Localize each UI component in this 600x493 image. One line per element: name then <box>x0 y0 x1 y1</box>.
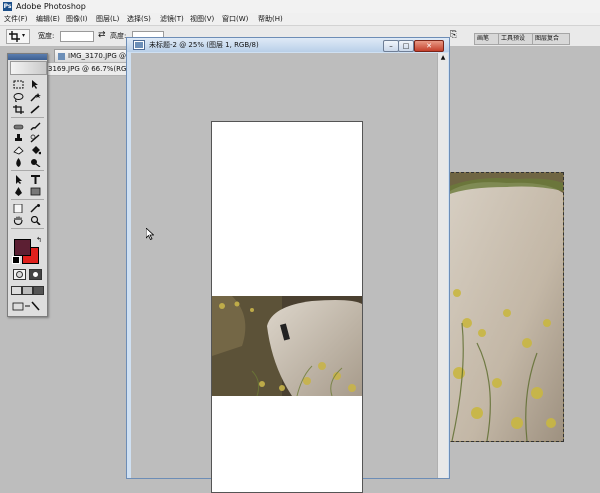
swap-dimensions-icon[interactable]: ⇄ <box>98 29 106 41</box>
palette-tab-tool-presets[interactable]: 工具预设 <box>498 33 534 45</box>
standard-mode-icon[interactable] <box>13 269 26 280</box>
menu-layer[interactable]: 图层(L) <box>96 13 119 25</box>
eraser-icon[interactable] <box>11 145 26 156</box>
photoshop-logo-icon: Ps <box>3 2 12 11</box>
palette-well-icon[interactable]: ⎘ <box>450 29 457 41</box>
scroll-up-arrow-icon[interactable]: ▲ <box>439 54 447 62</box>
document-title: 未标题-2 @ 25% (图层 1, RGB/8) <box>149 41 259 49</box>
zoom-icon[interactable] <box>28 215 43 226</box>
dodge-icon[interactable] <box>28 157 43 168</box>
history-brush-icon[interactable] <box>28 133 43 144</box>
marquee-icon[interactable] <box>11 79 26 90</box>
screen-mode-full-icon[interactable] <box>33 286 44 295</box>
blur-icon[interactable] <box>11 157 26 168</box>
placed-rock-photo[interactable] <box>212 296 362 396</box>
screen-mode-maximized-icon[interactable] <box>22 286 33 295</box>
toolbox: ↰ <box>7 53 48 317</box>
tool-preset-picker[interactable]: ▾ <box>6 29 30 44</box>
width-field[interactable] <box>60 31 94 42</box>
palette-tab-layer-comps[interactable]: 图层复合 <box>532 33 570 45</box>
path-selection-icon[interactable] <box>11 174 26 185</box>
height-label: 高度: <box>110 32 127 40</box>
menu-bar: 文件(F) 编辑(E) 图像(I) 图层(L) 选择(S) 滤镜(T) 视图(V… <box>0 13 600 26</box>
minimize-button[interactable]: – <box>383 40 399 52</box>
notes-icon[interactable] <box>11 203 26 214</box>
toolbox-separator <box>11 199 44 200</box>
healing-brush-icon[interactable] <box>11 121 26 132</box>
brush-icon[interactable] <box>28 121 43 132</box>
close-button[interactable]: ✕ <box>414 40 444 52</box>
width-label: 宽度: <box>38 32 55 40</box>
document-icon <box>133 40 145 50</box>
slice-icon[interactable] <box>28 104 43 115</box>
quick-mask-icon[interactable] <box>29 269 42 280</box>
rock-photo-right <box>446 172 564 442</box>
maximize-button[interactable]: □ <box>398 40 414 52</box>
clone-stamp-icon[interactable] <box>11 133 26 144</box>
crop-icon <box>9 31 20 42</box>
doc-tab-3169-label: 3169.JPG @ 66.7%(RG <box>48 65 127 73</box>
magic-wand-icon[interactable] <box>28 92 43 103</box>
pen-icon[interactable] <box>11 186 26 197</box>
vertical-scrollbar[interactable]: ▲ <box>437 53 448 478</box>
lasso-icon[interactable] <box>11 92 26 103</box>
swap-colors-icon[interactable]: ↰ <box>36 236 42 244</box>
menu-view[interactable]: 视图(V) <box>190 13 214 25</box>
paint-bucket-icon[interactable] <box>28 145 43 156</box>
menu-help[interactable]: 帮助(H) <box>258 13 283 25</box>
foreground-color-swatch[interactable] <box>14 239 31 256</box>
toolbox-header[interactable] <box>8 54 47 60</box>
crop-tool-icon[interactable] <box>11 104 26 115</box>
app-title: Adobe Photoshop <box>16 2 86 11</box>
menu-filter[interactable]: 滤镜(T) <box>160 13 184 25</box>
hand-icon[interactable] <box>11 215 26 226</box>
jump-to-imageready-icon[interactable] <box>12 301 42 311</box>
menu-window[interactable]: 窗口(W) <box>222 13 248 25</box>
app-title-bar: Ps Adobe Photoshop <box>0 0 600 14</box>
menu-edit[interactable]: 编辑(E) <box>36 13 60 25</box>
document-title-bar[interactable]: 未标题-2 @ 25% (图层 1, RGB/8) – □ ✕ <box>127 38 449 52</box>
menu-file[interactable]: 文件(F) <box>4 13 28 25</box>
doc-tab-img-3170-label: IMG_3170.JPG @ <box>68 52 127 60</box>
screen-mode-standard-icon[interactable] <box>11 286 22 295</box>
mouse-cursor-icon <box>146 228 154 240</box>
canvas-area[interactable] <box>131 53 437 493</box>
doc-tab-3169[interactable]: 3169.JPG @ 66.7%(RG <box>44 62 136 76</box>
photoshop-feather-icon[interactable] <box>10 61 47 75</box>
shape-icon[interactable] <box>28 186 43 197</box>
document-window-untitled-2: 未标题-2 @ 25% (图层 1, RGB/8) – □ ✕ ▲ <box>126 37 450 493</box>
move-icon[interactable] <box>28 79 43 90</box>
menu-select[interactable]: 选择(S) <box>127 13 151 25</box>
document-canvas[interactable] <box>211 121 363 493</box>
toolbox-separator <box>11 117 44 118</box>
eyedropper-icon[interactable] <box>28 203 43 214</box>
menu-image[interactable]: 图像(I) <box>66 13 88 25</box>
toolbox-separator <box>11 170 44 171</box>
text-icon[interactable] <box>28 174 43 185</box>
default-colors-icon[interactable] <box>12 256 20 264</box>
palette-tab-brushes[interactable]: 画笔 <box>474 33 500 45</box>
toolbox-separator <box>11 228 44 229</box>
